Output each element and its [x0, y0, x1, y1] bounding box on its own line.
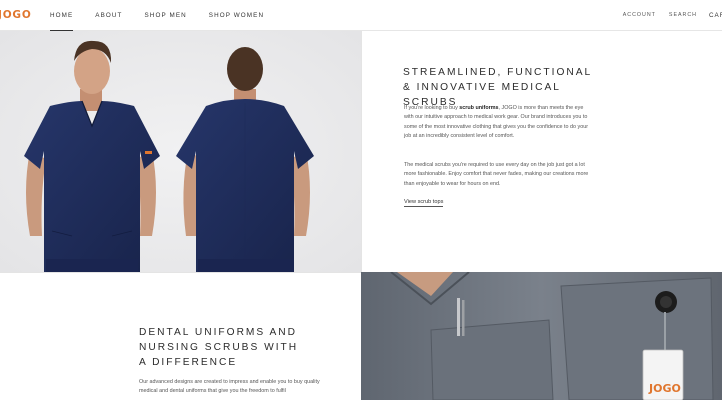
scrub-closeup-image: JOGO [361, 272, 722, 400]
section-headline: DENTAL UNIFORMS AND NURSING SCRUBS WITH … [139, 327, 299, 368]
utility-nav: ACCOUNT SEARCH CART [610, 0, 722, 31]
closeup-illustration: JOGO [361, 272, 722, 400]
nav-about[interactable]: ABOUT [95, 0, 122, 31]
nav-shop-men[interactable]: SHOP MEN [145, 0, 187, 31]
logo[interactable]: JOGO [0, 9, 32, 21]
model-illustration [0, 31, 361, 272]
intro-text-start: If you're looking to buy [404, 105, 460, 111]
search-link[interactable]: SEARCH [669, 0, 697, 31]
site-header: JOGO HOME ABOUT SHOP MEN SHOP WOMEN ACCO… [0, 0, 722, 31]
dental-paragraph: Our advanced designs are created to impr… [139, 379, 320, 395]
badge-logo: JOGO [648, 382, 681, 395]
main-nav: HOME ABOUT SHOP MEN SHOP WOMEN [50, 0, 286, 31]
intro-text-section: STREAMLINED, FUNCTIONAL & INNOVATIVE MED… [361, 31, 722, 272]
nav-home[interactable]: HOME [50, 0, 74, 31]
hero-image-models [0, 31, 361, 272]
account-link[interactable]: ACCOUNT [623, 0, 656, 31]
intro-paragraph: If you're looking to buy scrub uniforms,… [404, 104, 590, 141]
fashion-paragraph: The medical scrubs you're required to us… [404, 162, 589, 187]
dental-text-section: DENTAL UNIFORMS AND NURSING SCRUBS WITH … [0, 272, 361, 400]
scrub-uniforms-bold: scrub uniforms [459, 105, 499, 111]
view-scrub-tops-link[interactable]: View scrub tops [404, 199, 444, 207]
cart-link[interactable]: CART [709, 0, 722, 31]
nav-shop-women[interactable]: SHOP WOMEN [209, 0, 264, 31]
